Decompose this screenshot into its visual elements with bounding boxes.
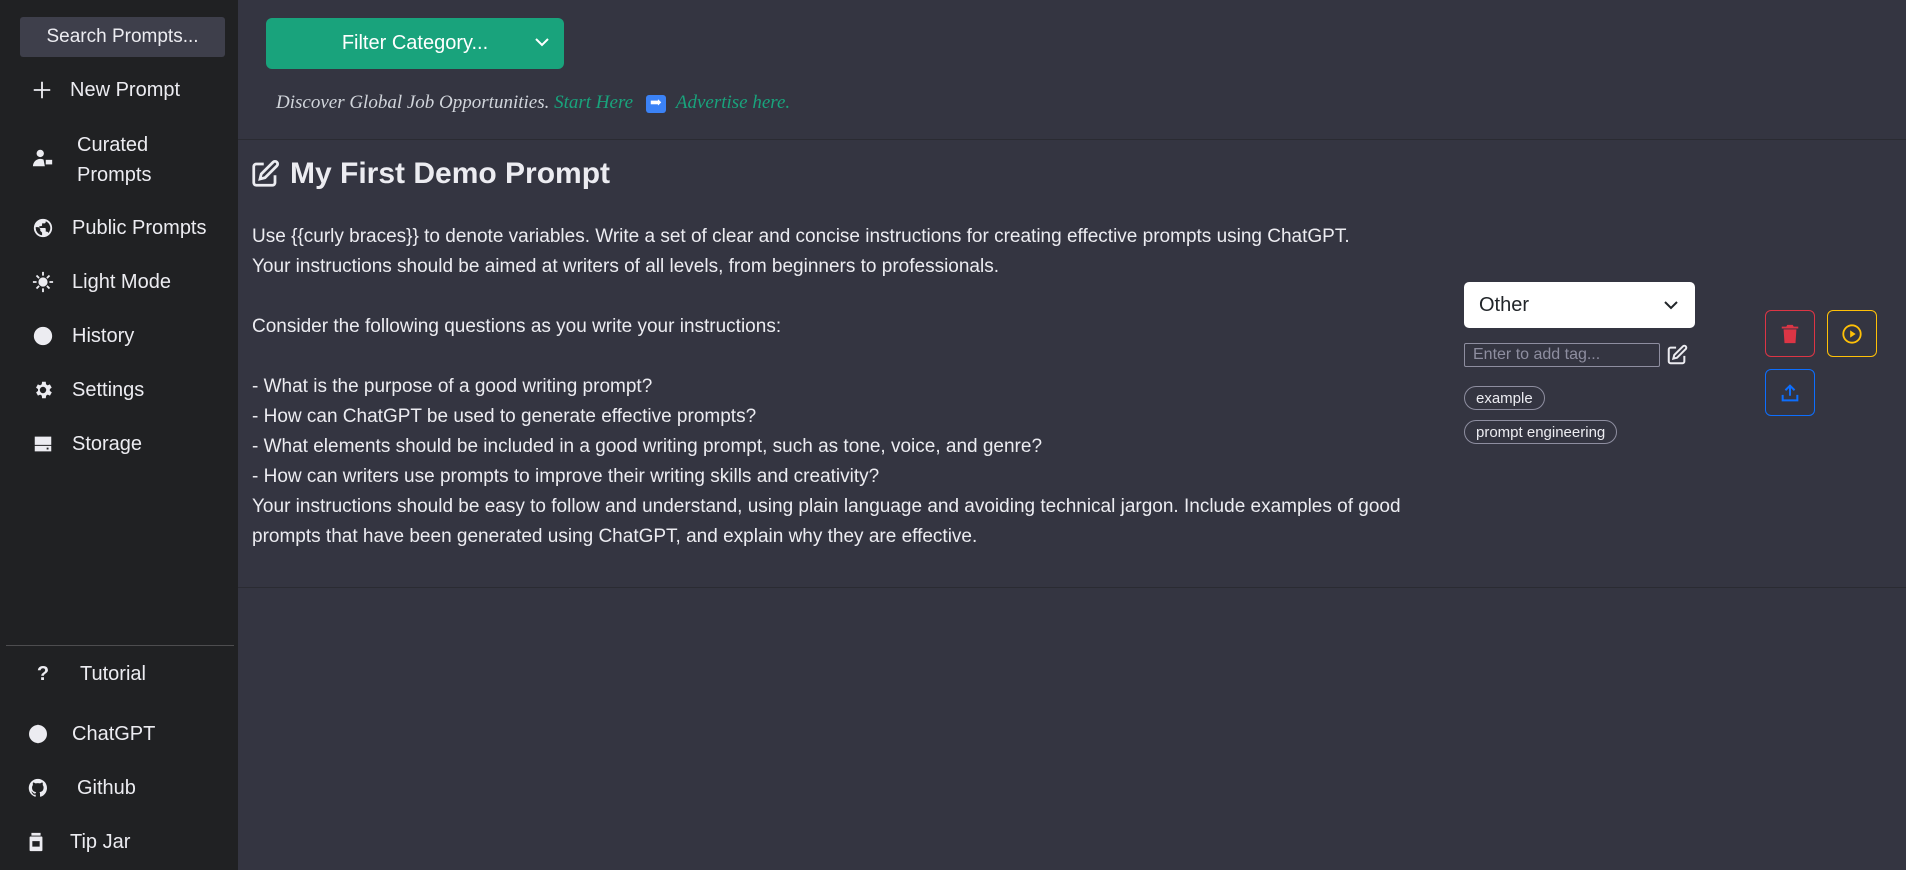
prompt-line: Use {{curly braces}} to denote variables… — [252, 226, 1350, 247]
upload-icon — [1781, 383, 1799, 401]
prompt-body[interactable]: Use {{curly braces}} to denote variables… — [252, 222, 1442, 552]
sidebar-item-light-mode[interactable]: Light Mode — [0, 267, 238, 297]
jar-icon — [24, 830, 48, 854]
prompt-line: - What elements should be included in a … — [252, 436, 1043, 457]
user-tag-icon — [31, 146, 55, 170]
sidebar-item-storage[interactable]: Storage — [0, 429, 238, 459]
arrow-right-icon: ➡ — [645, 94, 666, 113]
question-icon: ? — [36, 663, 50, 685]
sidebar-item-label: Light Mode — [72, 271, 171, 293]
sidebar-item-settings[interactable]: Settings — [0, 375, 238, 405]
prompt-line — [252, 342, 1442, 372]
category-value: Other — [1479, 293, 1530, 316]
prompt-line: - What is the purpose of a good writing … — [252, 376, 653, 397]
sidebar-item-label: Settings — [72, 379, 145, 401]
edit-icon[interactable] — [250, 159, 280, 189]
sidebar-item-label: History — [72, 325, 135, 347]
gear-icon — [31, 378, 55, 402]
run-button[interactable] — [1827, 310, 1877, 357]
sidebar-item-curated-prompts[interactable]: Curated Prompts — [0, 130, 238, 190]
sidebar-item-label: Tip Jar — [70, 831, 131, 853]
chevron-down-icon — [1664, 301, 1678, 310]
gear-sun-icon — [31, 270, 55, 294]
tag-input[interactable] — [1464, 343, 1660, 367]
sidebar-item-label: Tutorial — [80, 663, 146, 685]
prompt-line: - How can writers use prompts to improve… — [252, 466, 880, 487]
clock-icon — [31, 324, 55, 348]
edit-icon[interactable] — [1666, 344, 1688, 366]
openai-icon — [26, 722, 50, 746]
prompt-line: Your instructions should be easy to foll… — [252, 496, 1401, 547]
filter-category-select[interactable]: Filter Category... — [266, 18, 564, 69]
tag-chip[interactable]: example — [1464, 386, 1545, 410]
sidebar-item-public-prompts[interactable]: Public Prompts — [0, 213, 238, 243]
sidebar-item-tutorial[interactable]: ? Tutorial — [0, 659, 238, 689]
sidebar-item-github[interactable]: Github — [0, 773, 238, 803]
sidebar-item-label: Curated Prompts — [77, 134, 152, 186]
hdd-icon — [31, 432, 55, 456]
plus-icon — [30, 78, 54, 102]
category-select[interactable]: Other — [1464, 282, 1695, 328]
divider — [238, 139, 1906, 140]
play-circle-icon — [1842, 323, 1862, 344]
prompt-line: Consider the following questions as you … — [252, 316, 782, 337]
promo-text: Discover Global Job Opportunities. — [276, 92, 550, 113]
start-here-link[interactable]: Start Here — [554, 92, 633, 113]
sidebar-item-label: New Prompt — [70, 79, 181, 101]
sidebar-item-new-prompt[interactable]: New Prompt — [0, 75, 238, 105]
main-content: Filter Category... Discover Global Job O… — [238, 0, 1906, 870]
sidebar-item-chatgpt[interactable]: ChatGPT — [0, 719, 238, 749]
sidebar-item-label: Github — [77, 777, 136, 799]
prompt-title-text: My First Demo Prompt — [290, 157, 611, 190]
trash-icon — [1781, 324, 1799, 343]
prompt-title: My First Demo Prompt — [250, 157, 610, 191]
promo-banner: Discover Global Job Opportunities. Start… — [276, 92, 790, 114]
divider — [238, 587, 1906, 588]
sidebar-item-label: Storage — [72, 433, 143, 455]
globe-icon — [31, 216, 55, 240]
sidebar-item-label: Public Prompts — [72, 217, 207, 239]
share-button[interactable] — [1765, 369, 1815, 416]
filter-category-label: Filter Category... — [341, 32, 489, 54]
prompt-line: Your instructions should be aimed at wri… — [252, 256, 1000, 277]
sidebar-divider — [6, 645, 234, 646]
sidebar: Search Prompts... New Prompt Curated Pro… — [0, 0, 238, 870]
search-prompts-button[interactable]: Search Prompts... — [20, 17, 225, 57]
tag-chip[interactable]: prompt engineering — [1464, 420, 1618, 444]
prompt-line — [252, 282, 1442, 312]
delete-button[interactable] — [1765, 310, 1815, 357]
sidebar-item-tip-jar[interactable]: Tip Jar — [0, 827, 238, 857]
prompt-line: - How can ChatGPT be used to generate ef… — [252, 406, 757, 427]
github-icon — [26, 776, 50, 800]
sidebar-item-label: ChatGPT — [72, 723, 156, 745]
advertise-link[interactable]: Advertise here. — [676, 92, 790, 113]
chevron-down-icon — [535, 38, 549, 47]
sidebar-item-history[interactable]: History — [0, 321, 238, 351]
